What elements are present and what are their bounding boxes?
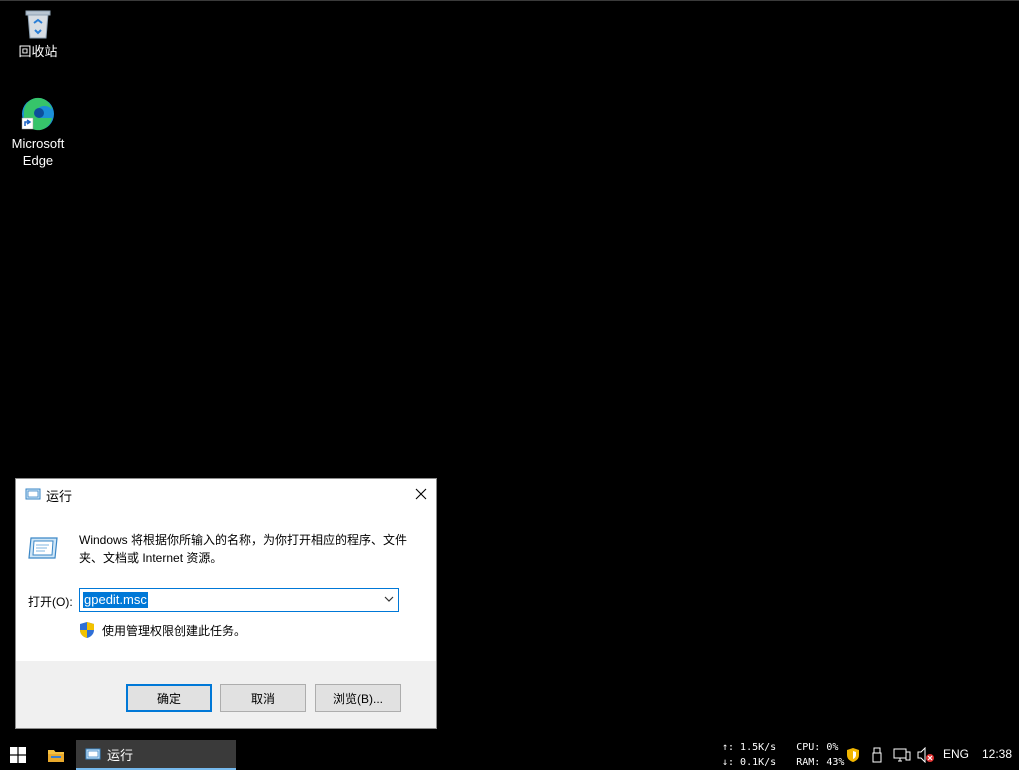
- close-icon: [415, 488, 427, 499]
- net-row-1: ↑: 1.5K/s CPU: 0%: [722, 740, 844, 755]
- desktop-icon-edge[interactable]: Microsoft Edge: [4, 96, 72, 169]
- dialog-footer: 确定 取消 浏览(B)...: [16, 661, 436, 728]
- net-monitor: ↑: 1.5K/s CPU: 0% ↓: 0.1K/s RAM: 43%: [722, 740, 844, 770]
- taskbar: 运行 ↑: 1.5K/s CPU: 0% ↓: 0.1K/s RAM: 43% …: [0, 740, 1019, 770]
- run-large-icon: [28, 537, 58, 559]
- net-download: ↓: 0.1K/s: [722, 757, 777, 768]
- close-button[interactable]: [406, 479, 436, 508]
- security-shield-icon[interactable]: [846, 747, 860, 763]
- clock[interactable]: 12:38: [982, 747, 1012, 761]
- network-icon[interactable]: [893, 747, 911, 763]
- admin-note-row: 使用管理权限创建此任务。: [79, 621, 246, 639]
- desktop-icon-recycle-bin[interactable]: 回收站: [4, 8, 72, 60]
- ok-button[interactable]: 确定: [126, 684, 212, 712]
- taskbar-item-label: 运行: [107, 747, 134, 763]
- desktop-icon-label: 回收站: [18, 44, 58, 59]
- uac-shield-icon: [80, 622, 94, 638]
- dialog-content: Windows 将根据你所输入的名称，为你打开相应的程序、文件夹、文档或 Int…: [16, 509, 436, 661]
- open-label: 打开(O):: [28, 595, 73, 609]
- language-indicator[interactable]: ENG: [943, 747, 969, 761]
- dialog-description: Windows 将根据你所输入的名称，为你打开相应的程序、文件夹、文档或 Int…: [79, 533, 408, 565]
- open-combobox[interactable]: gpedit.msc: [79, 588, 399, 612]
- taskbar-item-run[interactable]: 运行: [76, 740, 236, 770]
- dialog-titlebar[interactable]: 运行: [16, 479, 436, 509]
- dialog-title: 运行: [46, 489, 73, 504]
- cpu-usage: CPU: 0%: [796, 742, 839, 753]
- windows-logo-icon: [10, 747, 26, 763]
- open-input[interactable]: gpedit.msc: [83, 592, 148, 608]
- volume-muted-icon[interactable]: [917, 747, 935, 763]
- browse-button[interactable]: 浏览(B)...: [315, 684, 401, 712]
- net-row-2: ↓: 0.1K/s RAM: 43%: [722, 755, 844, 770]
- start-button[interactable]: [0, 740, 36, 770]
- run-icon: [25, 488, 41, 500]
- ram-usage: RAM: 43%: [796, 757, 845, 768]
- recycle-bin-icon: [25, 10, 51, 39]
- folder-icon: [48, 749, 64, 762]
- cancel-button[interactable]: 取消: [220, 684, 306, 712]
- usb-device-icon[interactable]: [872, 747, 882, 763]
- desktop-icon-label: Microsoft Edge: [11, 136, 65, 168]
- screen-top-edge: [0, 0, 1019, 1]
- chevron-down-icon[interactable]: [384, 595, 394, 603]
- file-explorer-button[interactable]: [38, 740, 74, 770]
- run-dialog: 运行 Windows 将根据你所输入的名称，为你打开相应的程序、文件夹、文档或 …: [15, 478, 437, 729]
- admin-note: 使用管理权限创建此任务。: [102, 623, 247, 638]
- edge-icon: [21, 97, 54, 131]
- run-icon: [85, 748, 101, 760]
- net-upload: ↑: 1.5K/s: [722, 742, 777, 753]
